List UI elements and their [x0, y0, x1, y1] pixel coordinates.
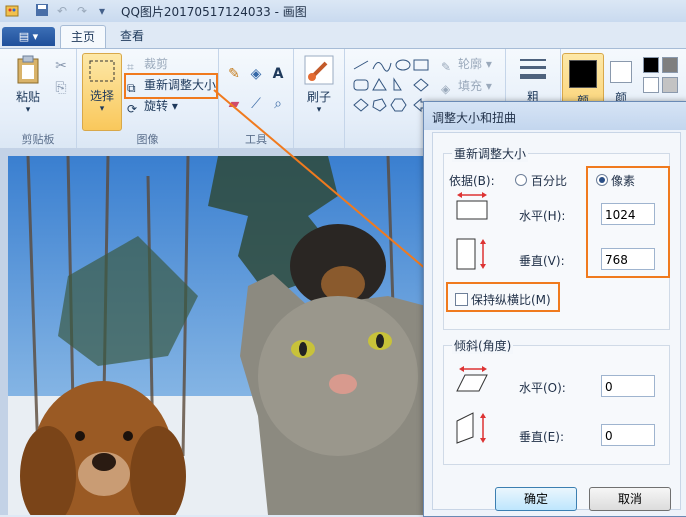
- skew-fieldset: 倾斜(角度): [443, 337, 670, 465]
- horizontal-label: 水平(H):: [519, 209, 566, 223]
- keep-ratio-highlight-box: [446, 282, 560, 312]
- skew-horizontal-label: 水平(O):: [519, 381, 566, 395]
- horizontal-skew-icon: [456, 366, 488, 392]
- ok-button[interactable]: 确定: [495, 487, 577, 511]
- skew-horizontal-input[interactable]: 0: [601, 375, 655, 397]
- skew-vertical-input[interactable]: 0: [601, 424, 655, 446]
- pixels-highlight-box: [586, 166, 670, 278]
- by-label: 依据(B):: [449, 174, 495, 188]
- vertical-skew-icon: [456, 412, 486, 444]
- percent-option-label[interactable]: 百分比: [531, 172, 567, 189]
- skew-vertical-label: 垂直(E):: [519, 430, 564, 444]
- horizontal-resize-icon: [456, 192, 488, 220]
- dialog-title-bar: 调整大小和扭曲: [424, 102, 686, 130]
- cancel-button[interactable]: 取消: [589, 487, 671, 511]
- vertical-resize-icon: [456, 238, 486, 270]
- percent-radio[interactable]: [515, 174, 527, 186]
- dialog-title: 调整大小和扭曲: [432, 111, 517, 125]
- vertical-label: 垂直(V):: [519, 254, 565, 268]
- resize-section-label: 重新调整大小: [452, 145, 529, 162]
- skew-section-label: 倾斜(角度): [452, 337, 514, 354]
